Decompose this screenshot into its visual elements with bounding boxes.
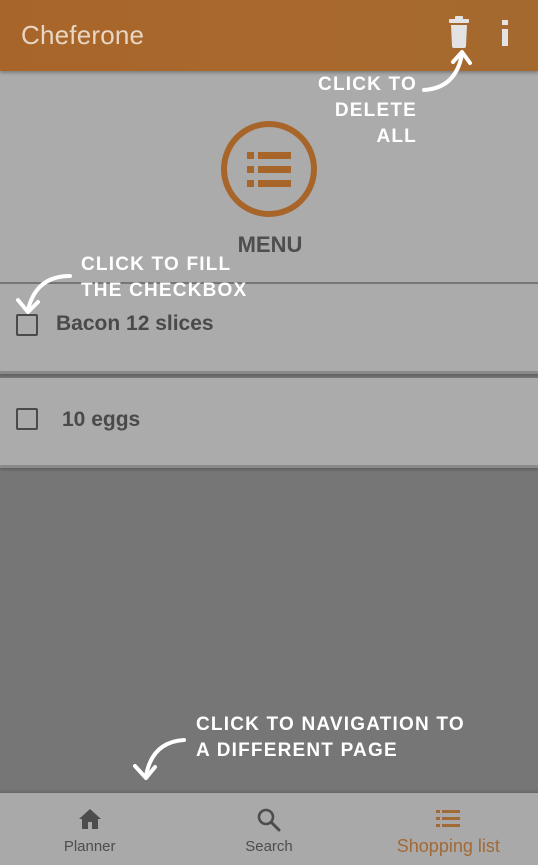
annotation-checkbox-line1: CLICK TO FILL xyxy=(81,254,232,275)
bottom-nav: Planner Search Shopping list xyxy=(0,793,538,865)
search-icon xyxy=(257,808,281,832)
annotation-checkbox-line2: THE CHECKBOX xyxy=(81,280,248,301)
arrow-to-checkbox xyxy=(16,274,72,314)
home-icon xyxy=(78,809,101,829)
list-item: 10 eggs xyxy=(0,378,538,468)
annotation-delete-line2: DELETE ALL xyxy=(334,100,417,147)
item-label: Bacon 12 slices xyxy=(56,312,214,335)
annotation-delete-line1: CLICK TO xyxy=(318,74,417,95)
nav-label-search: Search xyxy=(245,838,293,855)
arrow-to-delete-icon xyxy=(422,50,472,92)
nav-label-shopping-list: Shopping list xyxy=(396,836,500,856)
list-icon xyxy=(436,810,461,827)
nav-item-planner[interactable]: Planner xyxy=(0,793,179,865)
item-label: 10 eggs xyxy=(62,408,141,431)
annotation-navigation: CLICK TO NAVIGATION TO A DIFFERENT PAGE xyxy=(196,712,516,764)
nav-item-shopping-list[interactable]: Shopping list xyxy=(359,793,538,865)
info-button[interactable] xyxy=(493,15,517,51)
arrow-to-bottom-nav xyxy=(133,738,186,780)
annotation-checkbox: CLICK TO FILL THE CHECKBOX xyxy=(81,252,281,304)
screen: Cheferone MENU Bacon 12 slices 10 eggs C… xyxy=(0,0,538,865)
annotation-nav-line2: A DIFFERENT PAGE xyxy=(196,740,398,761)
nav-label-planner: Planner xyxy=(63,838,116,855)
item-checkbox[interactable] xyxy=(16,408,38,430)
nav-item-search[interactable]: Search xyxy=(179,793,358,865)
annotation-delete-all: CLICK TO DELETE ALL xyxy=(293,72,417,150)
app-title: Cheferone xyxy=(21,20,145,50)
info-icon xyxy=(502,20,508,46)
annotation-nav-line1: CLICK TO NAVIGATION TO xyxy=(196,714,465,735)
